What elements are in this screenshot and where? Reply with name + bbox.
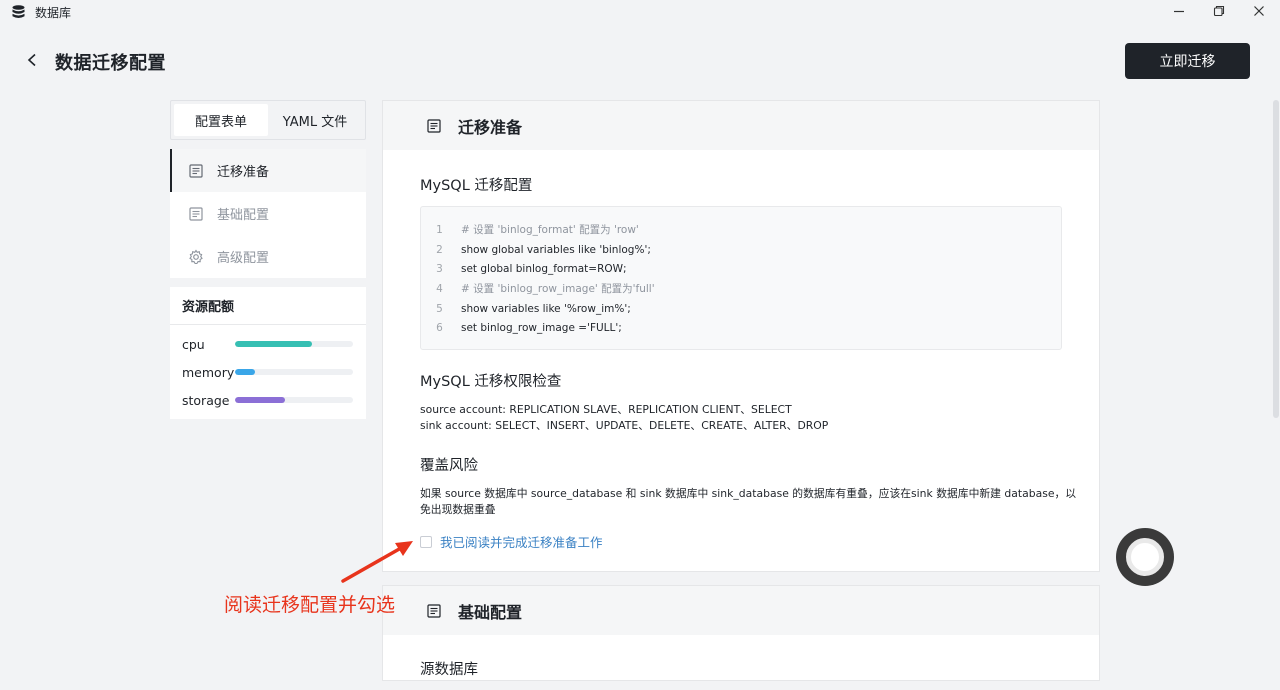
- source-database-title: 源数据库: [420, 662, 478, 678]
- window-title: 数据库: [35, 6, 72, 20]
- minimize-icon[interactable]: [1170, 2, 1188, 20]
- mysql-config-title: MySQL 迁移配置: [420, 178, 533, 194]
- resource-bar: [235, 369, 353, 375]
- resource-row-memory: memory: [182, 364, 357, 380]
- mode-tabs: 配置表单 YAML 文件: [170, 100, 366, 140]
- code-text: # 设置 'binlog_format' 配置为 'row': [461, 224, 639, 237]
- start-migration-button[interactable]: 立即迁移: [1125, 43, 1250, 79]
- resource-quota-panel: 资源配额 cpu memory storage: [170, 287, 366, 419]
- close-icon[interactable]: [1250, 2, 1268, 20]
- resource-label: memory: [182, 364, 235, 380]
- code-line: 3 set global binlog_format=ROW;: [421, 259, 1061, 279]
- code-line: 1 # 设置 'binlog_format' 配置为 'row': [421, 220, 1061, 240]
- page-title: 数据迁移配置: [55, 53, 166, 74]
- risk-text-line2: 免出现数据重叠: [420, 503, 496, 516]
- code-text: show variables like '%row_im%';: [461, 302, 631, 315]
- resource-quota-title: 资源配额: [170, 287, 366, 325]
- code-text: # 设置 'binlog_row_image' 配置为'full': [461, 283, 655, 296]
- overwrite-risk-title: 覆盖风险: [420, 458, 478, 474]
- confirm-checkbox-label[interactable]: 我已阅读并完成迁移准备工作: [440, 532, 603, 551]
- nav-item-basic-config[interactable]: 基础配置: [170, 192, 366, 235]
- annotation-arrow-icon: [341, 541, 413, 583]
- scrollbar-thumb[interactable]: [1273, 100, 1279, 418]
- card-header: 基础配置: [383, 586, 1099, 635]
- card-title: 基础配置: [458, 602, 523, 622]
- line-number: 4: [436, 282, 443, 295]
- resource-bar: [235, 341, 353, 347]
- confirm-checkbox-row[interactable]: 我已阅读并完成迁移准备工作: [420, 532, 603, 551]
- tab-yaml-file[interactable]: YAML 文件: [268, 104, 362, 136]
- gear-icon: [188, 249, 204, 265]
- code-line: 2 show global variables like 'binlog%';: [421, 240, 1061, 260]
- document-icon: [188, 206, 204, 222]
- code-line: 6 set binlog_row_image ='FULL';: [421, 318, 1061, 338]
- annotation-text: 阅读迁移配置并勾选: [224, 594, 396, 616]
- permission-check-title: MySQL 迁移权限检查: [420, 374, 562, 390]
- document-icon: [426, 118, 442, 134]
- section-nav: 迁移准备 基础配置 高级配置: [170, 149, 366, 278]
- resource-bar-fill: [235, 397, 285, 403]
- resource-bar-fill: [235, 341, 312, 347]
- nav-item-advanced-config[interactable]: 高级配置: [170, 235, 366, 278]
- basic-config-card: 基础配置 源数据库: [382, 585, 1100, 681]
- code-line: 5 show variables like '%row_im%';: [421, 299, 1061, 319]
- code-line: 4 # 设置 'binlog_row_image' 配置为'full': [421, 279, 1061, 299]
- nav-item-migration-prep[interactable]: 迁移准备: [170, 149, 366, 192]
- line-number: 5: [436, 302, 443, 315]
- resource-row-storage: storage: [182, 392, 357, 408]
- restore-icon[interactable]: [1210, 2, 1228, 20]
- resource-label: cpu: [182, 336, 205, 352]
- resource-label: storage: [182, 392, 230, 408]
- line-number: 1: [436, 223, 443, 236]
- resource-bar-fill: [235, 369, 256, 375]
- source-account-text: source account: REPLICATION SLAVE、REPLIC…: [420, 403, 792, 416]
- code-text: set binlog_row_image ='FULL';: [461, 322, 622, 335]
- code-block: 1 # 设置 'binlog_format' 配置为 'row' 2 show gl…: [420, 206, 1062, 350]
- back-button[interactable]: [22, 51, 42, 71]
- database-icon: [12, 4, 25, 19]
- document-icon: [426, 603, 442, 619]
- resource-row-cpu: cpu: [182, 336, 357, 352]
- line-number: 6: [436, 322, 443, 335]
- resource-bar: [235, 397, 353, 403]
- document-icon: [188, 163, 204, 179]
- code-text: show global variables like 'binlog%';: [461, 243, 651, 256]
- floating-assist-button[interactable]: [1116, 528, 1174, 586]
- migration-prep-card: 迁移准备 MySQL 迁移配置 1 # 设置 'binlog_format' 配置…: [382, 100, 1100, 572]
- circle-icon: [1126, 538, 1164, 576]
- card-header: 迁移准备: [383, 101, 1099, 150]
- nav-item-label: 迁移准备: [217, 165, 270, 180]
- chevron-left-icon: [26, 52, 38, 71]
- risk-text-line1: 如果 source 数据库中 source_database 和 sink 数据…: [420, 487, 1077, 500]
- title-bar: 数据库: [0, 0, 1280, 23]
- tab-config-form[interactable]: 配置表单: [174, 104, 268, 136]
- sink-account-text: sink account: SELECT、INSERT、UPDATE、DELET…: [420, 419, 829, 432]
- nav-item-label: 高级配置: [217, 251, 270, 266]
- code-text: set global binlog_format=ROW;: [461, 263, 627, 276]
- card-title: 迁移准备: [458, 117, 523, 137]
- line-number: 2: [436, 243, 443, 256]
- nav-item-label: 基础配置: [217, 208, 270, 223]
- line-number: 3: [436, 263, 443, 276]
